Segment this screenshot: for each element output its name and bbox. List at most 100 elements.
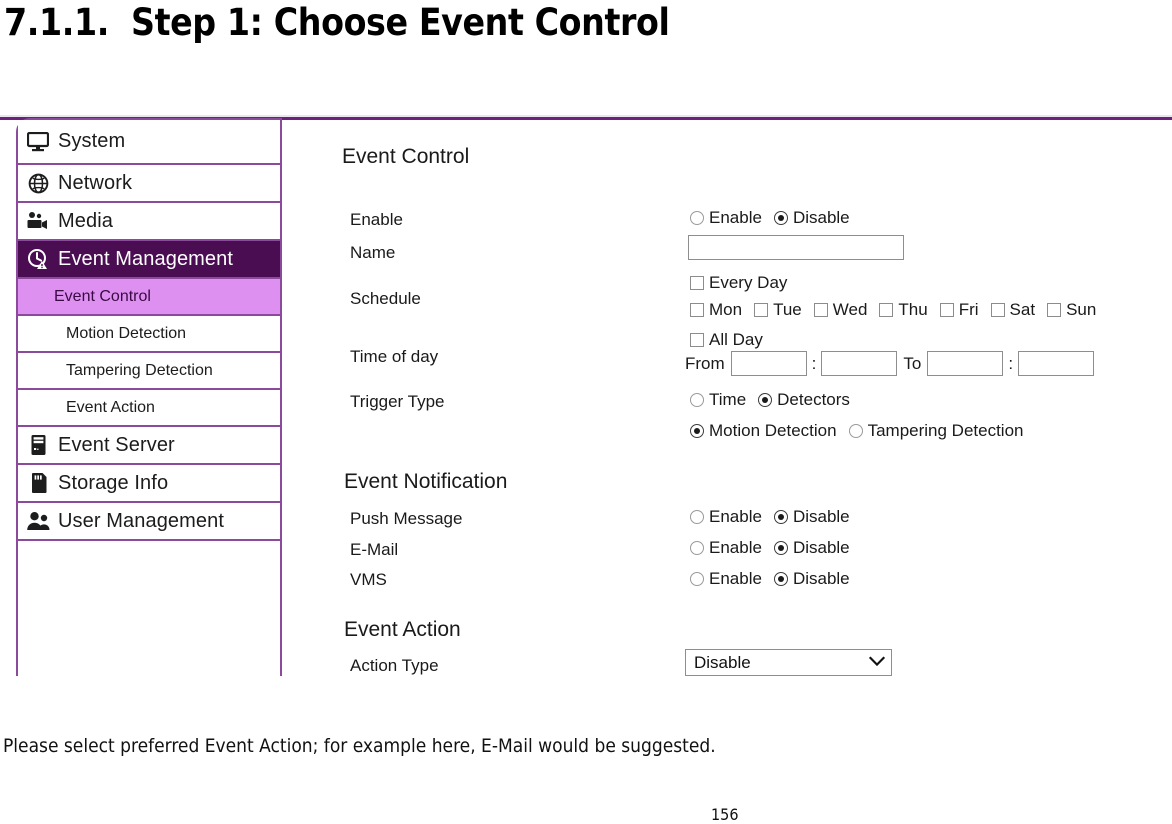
day-checkbox-fri[interactable] bbox=[939, 303, 954, 317]
sidebar-item-event-control[interactable]: Event Control bbox=[18, 279, 280, 316]
sidebar: System Network Media Event Management Ev… bbox=[16, 118, 282, 682]
day-checkbox-sun[interactable] bbox=[1047, 303, 1062, 317]
from-minute-input[interactable] bbox=[821, 351, 898, 376]
sidebar-item-label: Media bbox=[58, 209, 113, 232]
email-radio-group: Enable Disable bbox=[690, 538, 850, 558]
vms-radio-disable-label: Disable bbox=[792, 569, 850, 588]
sidebar-item-event-management[interactable]: Event Management bbox=[18, 241, 280, 279]
detector-radio-tampering[interactable] bbox=[848, 424, 863, 438]
email-radio-enable[interactable] bbox=[690, 541, 704, 555]
trigger-radio-time[interactable] bbox=[690, 393, 704, 407]
day-checkbox-mon[interactable] bbox=[690, 303, 704, 317]
page-number: 156 bbox=[711, 805, 739, 824]
event-clock-icon bbox=[18, 248, 58, 270]
caption-text: Please select preferred Event Action; fo… bbox=[3, 735, 716, 757]
trigger-radio-time-label: Time bbox=[709, 390, 747, 409]
main-panel: Event Control Enable Enable Disable Name… bbox=[282, 118, 1172, 678]
time-range-row: From : To : bbox=[685, 351, 1095, 376]
sidebar-item-event-server[interactable]: Event Server bbox=[18, 427, 280, 465]
all-day-row: All Day bbox=[690, 330, 763, 350]
sidebar-item-label: Event Action bbox=[66, 398, 155, 416]
server-icon bbox=[18, 434, 58, 456]
sidebar-item-label: User Management bbox=[58, 509, 225, 532]
sidebar-item-motion-detection[interactable]: Motion Detection bbox=[18, 316, 280, 353]
sidebar-item-label: Tampering Detection bbox=[66, 361, 213, 379]
sidebar-item-label: Network bbox=[58, 171, 133, 194]
globe-icon bbox=[18, 173, 58, 194]
from-label: From bbox=[685, 353, 725, 373]
to-label: To bbox=[903, 353, 922, 373]
from-hour-input[interactable] bbox=[730, 351, 807, 376]
sidebar-item-event-action[interactable]: Event Action bbox=[18, 390, 280, 427]
action-type-select[interactable]: Disable bbox=[685, 649, 892, 676]
page-title: 7.1.1. Step 1: Choose Event Control bbox=[4, 1, 670, 45]
trigger-source-radio-group: Time Detectors bbox=[690, 390, 850, 410]
time-of-day-label: Time of day bbox=[350, 347, 439, 366]
sidebar-item-media[interactable]: Media bbox=[18, 203, 280, 241]
schedule-days-group: Mon Tue Wed Thu Fri Sat Sun bbox=[690, 300, 1096, 320]
enable-radio-enable-label: Enable bbox=[709, 208, 762, 227]
name-input[interactable] bbox=[688, 235, 904, 260]
email-radio-disable-label: Disable bbox=[792, 538, 850, 557]
action-type-label: Action Type bbox=[350, 656, 439, 675]
push-message-radio-enable[interactable] bbox=[690, 510, 704, 524]
page-title-number: 7.1.1. bbox=[4, 1, 110, 44]
day-label-mon: Mon bbox=[709, 300, 743, 319]
trigger-radio-detectors[interactable] bbox=[758, 393, 773, 407]
sidebar-item-tampering-detection[interactable]: Tampering Detection bbox=[18, 353, 280, 390]
day-checkbox-tue[interactable] bbox=[754, 303, 769, 317]
email-radio-disable[interactable] bbox=[773, 541, 788, 555]
event-notification-title: Event Notification bbox=[344, 470, 508, 493]
enable-radio-enable[interactable] bbox=[690, 211, 704, 225]
chevron-down-icon bbox=[868, 655, 886, 670]
push-message-radio-disable[interactable] bbox=[773, 510, 788, 524]
detector-radio-motion[interactable] bbox=[690, 424, 704, 438]
sidebar-item-label: System bbox=[58, 130, 126, 152]
detector-radio-tampering-label: Tampering Detection bbox=[867, 421, 1024, 440]
panel-title: Event Control bbox=[342, 145, 470, 168]
monitor-icon bbox=[18, 131, 58, 152]
vms-label: VMS bbox=[350, 570, 387, 589]
from-time-separator: : bbox=[811, 353, 817, 373]
to-minute-input[interactable] bbox=[1018, 351, 1095, 376]
page-title-text: Step 1: Choose Event Control bbox=[131, 1, 670, 44]
day-checkbox-wed[interactable] bbox=[813, 303, 828, 317]
sidebar-item-user-management[interactable]: User Management bbox=[18, 503, 280, 541]
day-checkbox-sat[interactable] bbox=[990, 303, 1005, 317]
users-icon bbox=[18, 511, 58, 532]
day-label-wed: Wed bbox=[832, 300, 868, 319]
enable-radio-disable[interactable] bbox=[773, 211, 788, 225]
sidebar-empty-space bbox=[18, 541, 280, 682]
sidebar-item-label: Event Management bbox=[58, 247, 234, 270]
vms-radio-enable-label: Enable bbox=[709, 569, 762, 588]
vms-radio-group: Enable Disable bbox=[690, 569, 850, 589]
day-label-sun: Sun bbox=[1066, 300, 1097, 319]
sidebar-item-network[interactable]: Network bbox=[18, 165, 280, 203]
enable-label: Enable bbox=[350, 210, 403, 229]
push-message-radio-disable-label: Disable bbox=[792, 507, 850, 526]
all-day-label: All Day bbox=[709, 330, 763, 349]
schedule-label: Schedule bbox=[350, 289, 421, 308]
vms-radio-enable[interactable] bbox=[690, 572, 704, 586]
embedded-screenshot: System Network Media Event Management Ev… bbox=[0, 105, 1172, 685]
sidebar-item-storage-info[interactable]: Storage Info bbox=[18, 465, 280, 503]
schedule-every-day: Every Day bbox=[690, 273, 787, 293]
event-action-title: Event Action bbox=[344, 618, 461, 641]
sidebar-item-label: Event Server bbox=[58, 433, 175, 456]
name-label: Name bbox=[350, 243, 396, 262]
trigger-type-label: Trigger Type bbox=[350, 392, 445, 411]
trigger-radio-detectors-label: Detectors bbox=[777, 390, 850, 409]
sidebar-item-label: Event Control bbox=[54, 287, 151, 305]
all-day-checkbox[interactable] bbox=[690, 333, 704, 347]
email-label: E-Mail bbox=[350, 540, 399, 559]
every-day-checkbox[interactable] bbox=[690, 276, 704, 290]
vms-radio-disable[interactable] bbox=[773, 572, 788, 586]
sidebar-item-label: Motion Detection bbox=[66, 324, 187, 342]
sidebar-item-system[interactable]: System bbox=[18, 120, 280, 165]
enable-radio-disable-label: Disable bbox=[792, 208, 850, 227]
email-radio-enable-label: Enable bbox=[709, 538, 762, 557]
action-type-select-value: Disable bbox=[694, 652, 751, 672]
push-message-radio-enable-label: Enable bbox=[709, 507, 762, 526]
day-checkbox-thu[interactable] bbox=[879, 303, 894, 317]
to-hour-input[interactable] bbox=[927, 351, 1004, 376]
